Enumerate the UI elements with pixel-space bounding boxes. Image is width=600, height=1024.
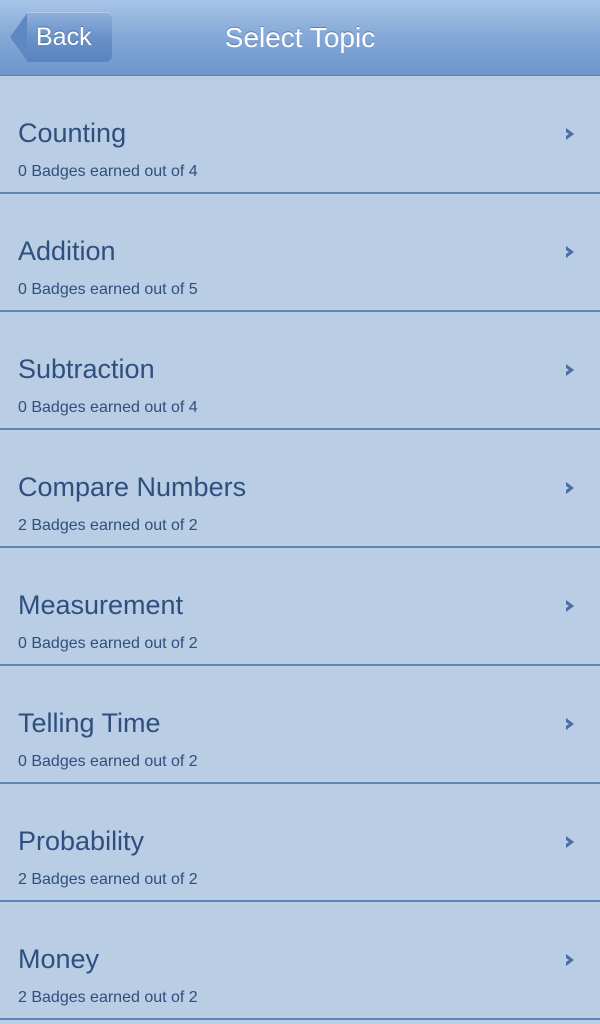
topic-badge-count: 2 Badges earned out of 2 xyxy=(18,989,198,1006)
topic-badge-count: 0 Badges earned out of 5 xyxy=(18,281,198,298)
page-title: Select Topic xyxy=(224,22,376,53)
topic-row-probability[interactable]: Probability 2 Badges earned out of 2 xyxy=(0,784,600,902)
chevron-right-icon xyxy=(566,246,574,258)
topic-title: Addition xyxy=(18,236,116,266)
topic-row-addition[interactable]: Addition 0 Badges earned out of 5 xyxy=(0,194,600,312)
chevron-right-icon xyxy=(566,482,574,494)
topic-title: Compare Numbers xyxy=(18,472,247,502)
topic-list: Counting 0 Badges earned out of 4 Additi… xyxy=(0,76,600,1020)
topic-title: Money xyxy=(18,944,100,974)
topic-badge-count: 0 Badges earned out of 4 xyxy=(18,399,198,416)
topic-row-telling-time[interactable]: Telling Time 0 Badges earned out of 2 xyxy=(0,666,600,784)
topic-row-money[interactable]: Money 2 Badges earned out of 2 xyxy=(0,902,600,1020)
topic-badge-count: 2 Badges earned out of 2 xyxy=(18,517,198,534)
topic-title: Counting xyxy=(18,118,127,148)
topic-row-compare-numbers[interactable]: Compare Numbers 2 Badges earned out of 2 xyxy=(0,430,600,548)
topic-badge-count: 2 Badges earned out of 2 xyxy=(18,871,198,888)
topic-badge-count: 0 Badges earned out of 4 xyxy=(18,163,198,180)
topic-badge-count: 0 Badges earned out of 2 xyxy=(18,753,198,770)
chevron-right-icon xyxy=(566,718,574,730)
topic-title: Probability xyxy=(18,826,145,856)
topic-title: Subtraction xyxy=(18,354,155,384)
topic-title: Measurement xyxy=(18,590,184,620)
topic-row-counting[interactable]: Counting 0 Badges earned out of 4 xyxy=(0,76,600,194)
topic-row-subtraction[interactable]: Subtraction 0 Badges earned out of 4 xyxy=(0,312,600,430)
chevron-right-icon xyxy=(566,954,574,966)
chevron-right-icon xyxy=(566,836,574,848)
chevron-right-icon xyxy=(566,128,574,140)
topic-row-measurement[interactable]: Measurement 0 Badges earned out of 2 xyxy=(0,548,600,666)
navigation-bar: Back Select Topic xyxy=(0,0,600,76)
chevron-right-icon xyxy=(566,364,574,376)
chevron-right-icon xyxy=(566,600,574,612)
topic-title: Telling Time xyxy=(18,708,161,738)
topic-badge-count: 0 Badges earned out of 2 xyxy=(18,635,198,652)
